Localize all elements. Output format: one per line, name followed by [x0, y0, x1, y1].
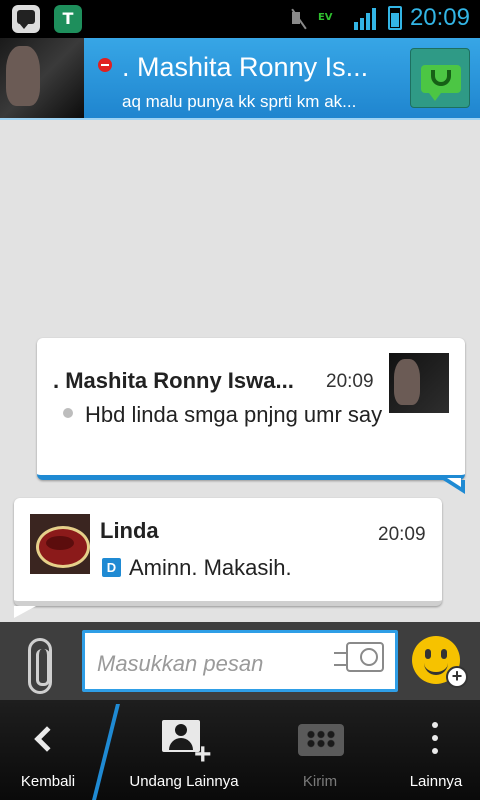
chat-message[interactable]: Linda 20:09 D Aminn. Makasih.: [14, 498, 442, 618]
battery-icon: [387, 6, 402, 30]
compose-bar: Masukkan pesan +: [0, 622, 480, 700]
bbm-notification-icon: [12, 5, 40, 33]
bbm-send-icon: [298, 724, 344, 756]
back-arrow-icon: [34, 726, 60, 752]
invite-more-button[interactable]: + Undang Lainnya: [120, 700, 248, 800]
chat-message[interactable]: . Mashita Ronny Iswa... 20:09 Hbd linda …: [37, 338, 465, 494]
back-button[interactable]: Kembali: [8, 700, 88, 800]
message-bullet-icon: [63, 408, 73, 418]
mute-icon: [288, 4, 310, 32]
busy-status-icon: [98, 58, 112, 72]
quick-send-icon[interactable]: [334, 642, 384, 672]
contact-status-message: aq malu punya kk sprti km ak...: [122, 92, 357, 111]
attachment-icon[interactable]: [28, 638, 52, 694]
sender-avatar[interactable]: [30, 514, 90, 574]
status-bar: EV 20:09: [0, 0, 480, 38]
more-button[interactable]: Lainnya: [398, 700, 474, 800]
message-time: 20:09: [326, 371, 374, 392]
more-label: Lainnya: [409, 773, 463, 790]
action-bar-divider: [92, 704, 120, 800]
sender-avatar[interactable]: [389, 353, 449, 413]
invite-label: Undang Lainnya: [129, 773, 239, 790]
emoticon-add-icon[interactable]: +: [446, 666, 468, 688]
contact-name[interactable]: . Mashita Ronny Is...: [122, 52, 368, 83]
chat-header: . Mashita Ronny Is... aq malu punya kk s…: [0, 38, 480, 120]
send-label: Kirim: [302, 773, 338, 790]
plus-icon: +: [194, 738, 212, 771]
voice-call-button[interactable]: [410, 48, 470, 108]
message-sender: Linda: [100, 518, 159, 543]
system-icons: EV 20:09: [288, 4, 470, 32]
send-button[interactable]: Kirim: [270, 700, 370, 800]
signal-icon: [353, 6, 380, 30]
message-text: Aminn. Makasih.: [129, 555, 292, 580]
security-app-icon: [54, 5, 82, 33]
bubble-tail: [14, 606, 36, 618]
overflow-menu-icon: [432, 722, 438, 728]
message-sender: . Mashita Ronny Iswa...: [53, 368, 294, 393]
delivered-icon: D: [102, 558, 121, 577]
network-ev-icon: EV: [318, 12, 346, 24]
contact-avatar[interactable]: [0, 38, 84, 118]
back-label: Kembali: [20, 773, 76, 790]
status-time: 20:09: [409, 4, 470, 31]
phone-icon: [431, 70, 451, 86]
message-time: 20:09: [378, 524, 426, 545]
network-label: EV: [317, 12, 333, 23]
action-bar: Kembali + Undang Lainnya Kirim Lainnya: [0, 700, 480, 800]
message-text: Hbd linda smga pnjng umr say: [85, 402, 383, 427]
notification-icons: [12, 5, 82, 33]
